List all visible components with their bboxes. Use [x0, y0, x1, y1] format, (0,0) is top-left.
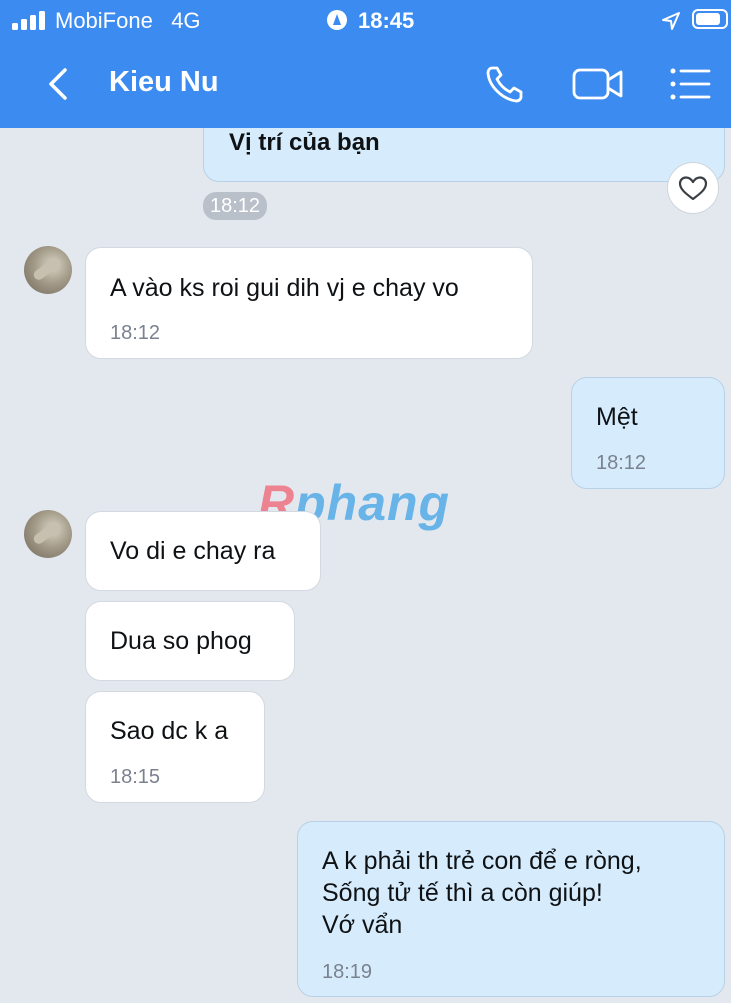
heart-icon [678, 176, 708, 201]
status-time: 18:45 [358, 8, 415, 33]
avatar[interactable] [24, 246, 72, 294]
battery-icon [692, 9, 728, 29]
message-text-line: A k phải th trẻ con để e ròng, [322, 847, 642, 875]
outgoing-message-bubble[interactable]: A k phải th trẻ con để e ròng, Sống tử t… [297, 821, 725, 997]
signal-icon [12, 10, 46, 30]
incoming-message-bubble[interactable]: A vào ks roi gui dih vj e chay vo 18:12 [85, 247, 533, 359]
carrier-label: MobiFone 4G [55, 8, 201, 33]
message-time: 18:12 [596, 452, 647, 474]
message-time: 18:12 [110, 322, 161, 344]
chat-header: Kieu Nu [0, 40, 731, 128]
back-chevron-icon[interactable] [40, 62, 76, 106]
message-text: Vo di e chay ra [110, 537, 276, 565]
message-time: 18:19 [322, 961, 373, 983]
gps-arrow-icon [662, 12, 680, 30]
message-time: 18:15 [110, 766, 161, 788]
location-active-icon [327, 10, 347, 30]
message-text-line: Vớ vẩn [322, 911, 403, 939]
avatar[interactable] [24, 510, 72, 558]
status-bar: MobiFone 4G 18:45 [0, 0, 731, 40]
message-text-line: Sống tử tế thì a còn giúp! [322, 879, 603, 907]
react-button[interactable] [667, 162, 719, 214]
message-text: Dua so phog [110, 627, 252, 655]
contact-name[interactable]: Kieu Nu [109, 66, 219, 99]
outgoing-message-bubble[interactable]: Mệt 18:12 [571, 377, 725, 489]
incoming-message-bubble[interactable]: Sao dc k a 18:15 [85, 691, 265, 803]
timestamp-pill: 18:12 [203, 192, 268, 220]
incoming-message-bubble[interactable]: Dua so phog [85, 601, 295, 681]
phone-icon[interactable] [483, 62, 527, 106]
message-text: Sao dc k a [110, 717, 229, 745]
message-text: Mệt [596, 403, 638, 431]
video-call-icon[interactable] [572, 62, 624, 106]
message-text: A vào ks roi gui dih vj e chay vo [110, 274, 459, 302]
location-message-text: Vị trí của bạn [229, 129, 380, 156]
incoming-message-bubble[interactable]: Vo di e chay ra [85, 511, 321, 591]
menu-list-icon[interactable] [668, 62, 712, 106]
